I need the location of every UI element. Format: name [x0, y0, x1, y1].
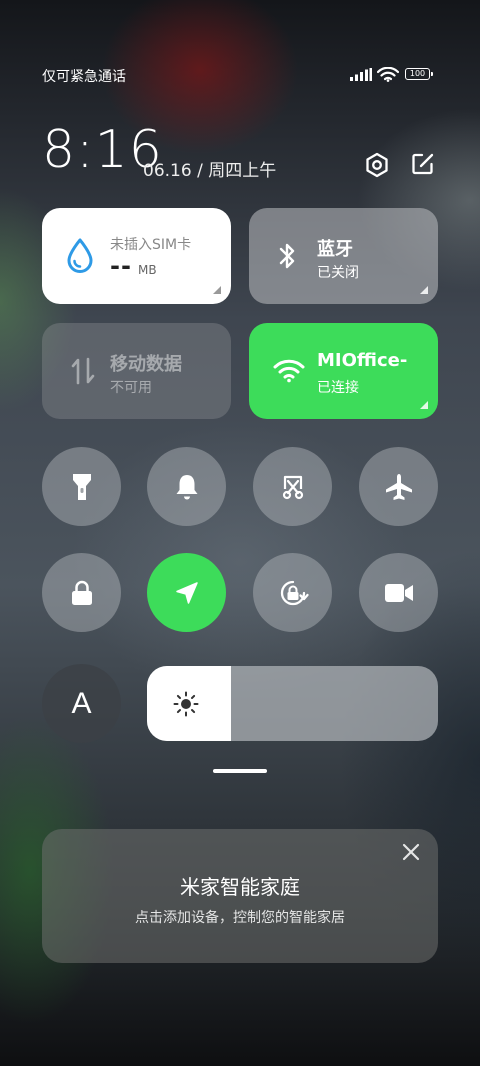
rotation-lock-icon: [280, 580, 309, 605]
wifi-status: 已连接: [317, 380, 359, 396]
expand-corner-icon: [420, 286, 428, 294]
airplane-mode-toggle[interactable]: [359, 447, 438, 526]
battery-indicator: 100: [405, 68, 433, 80]
clock-date: 06.16 / 周四上午: [143, 161, 277, 181]
flashlight-icon: [72, 473, 91, 500]
sun-icon: [173, 691, 199, 717]
bluetooth-tile[interactable]: 蓝牙 已关闭: [249, 208, 438, 304]
sim-status-label: 未插入SIM卡: [110, 237, 192, 253]
video-camera-icon: [384, 583, 413, 602]
lock-icon: [71, 580, 92, 605]
smart-home-title: 米家智能家庭: [180, 875, 300, 899]
screen-recorder-toggle[interactable]: [359, 553, 438, 632]
edit-icon[interactable]: [411, 152, 435, 176]
screenshot-icon: [282, 475, 303, 499]
data-usage-unit: MB: [138, 263, 157, 277]
wifi-status-icon: [377, 67, 399, 82]
data-usage-value: --: [110, 252, 132, 280]
auto-brightness-label: A: [71, 686, 92, 720]
bluetooth-icon: [279, 243, 295, 269]
wifi-tile[interactable]: MIOffice- 已连接: [249, 323, 438, 419]
status-carrier-text: 仅可紧急通话: [42, 69, 126, 85]
panel-drag-handle[interactable]: [213, 769, 267, 773]
flashlight-toggle[interactable]: [42, 447, 121, 526]
close-icon[interactable]: [402, 843, 420, 861]
smart-home-card[interactable]: 米家智能家庭 点击添加设备，控制您的智能家居: [42, 829, 438, 963]
location-toggle[interactable]: [147, 553, 226, 632]
bluetooth-title: 蓝牙: [317, 239, 353, 260]
mobile-data-title: 移动数据: [110, 354, 182, 375]
mobile-data-tile[interactable]: 移动数据 不可用: [42, 323, 231, 419]
screenshot-toggle[interactable]: [253, 447, 332, 526]
mobile-data-status: 不可用: [110, 380, 152, 396]
auto-brightness-button[interactable]: A: [42, 664, 121, 743]
bluetooth-status: 已关闭: [317, 265, 359, 281]
bell-icon: [176, 474, 197, 499]
water-drop-icon: [67, 238, 93, 273]
rotation-lock-toggle[interactable]: [253, 553, 332, 632]
data-usage-tile[interactable]: 未插入SIM卡 -- MB: [42, 208, 231, 304]
wifi-network-name: MIOffice-: [317, 350, 408, 371]
mobile-data-arrows-icon: [71, 357, 95, 385]
airplane-icon: [385, 473, 412, 500]
lock-screen-toggle[interactable]: [42, 553, 121, 632]
expand-corner-icon: [213, 286, 221, 294]
wifi-icon: [273, 359, 305, 383]
brightness-slider[interactable]: [147, 666, 438, 741]
smart-home-subtitle: 点击添加设备，控制您的智能家居: [135, 910, 345, 926]
silent-toggle[interactable]: [147, 447, 226, 526]
location-icon: [175, 581, 198, 604]
settings-icon[interactable]: [364, 152, 390, 178]
signal-icon: [350, 68, 372, 81]
expand-corner-icon: [420, 401, 428, 409]
